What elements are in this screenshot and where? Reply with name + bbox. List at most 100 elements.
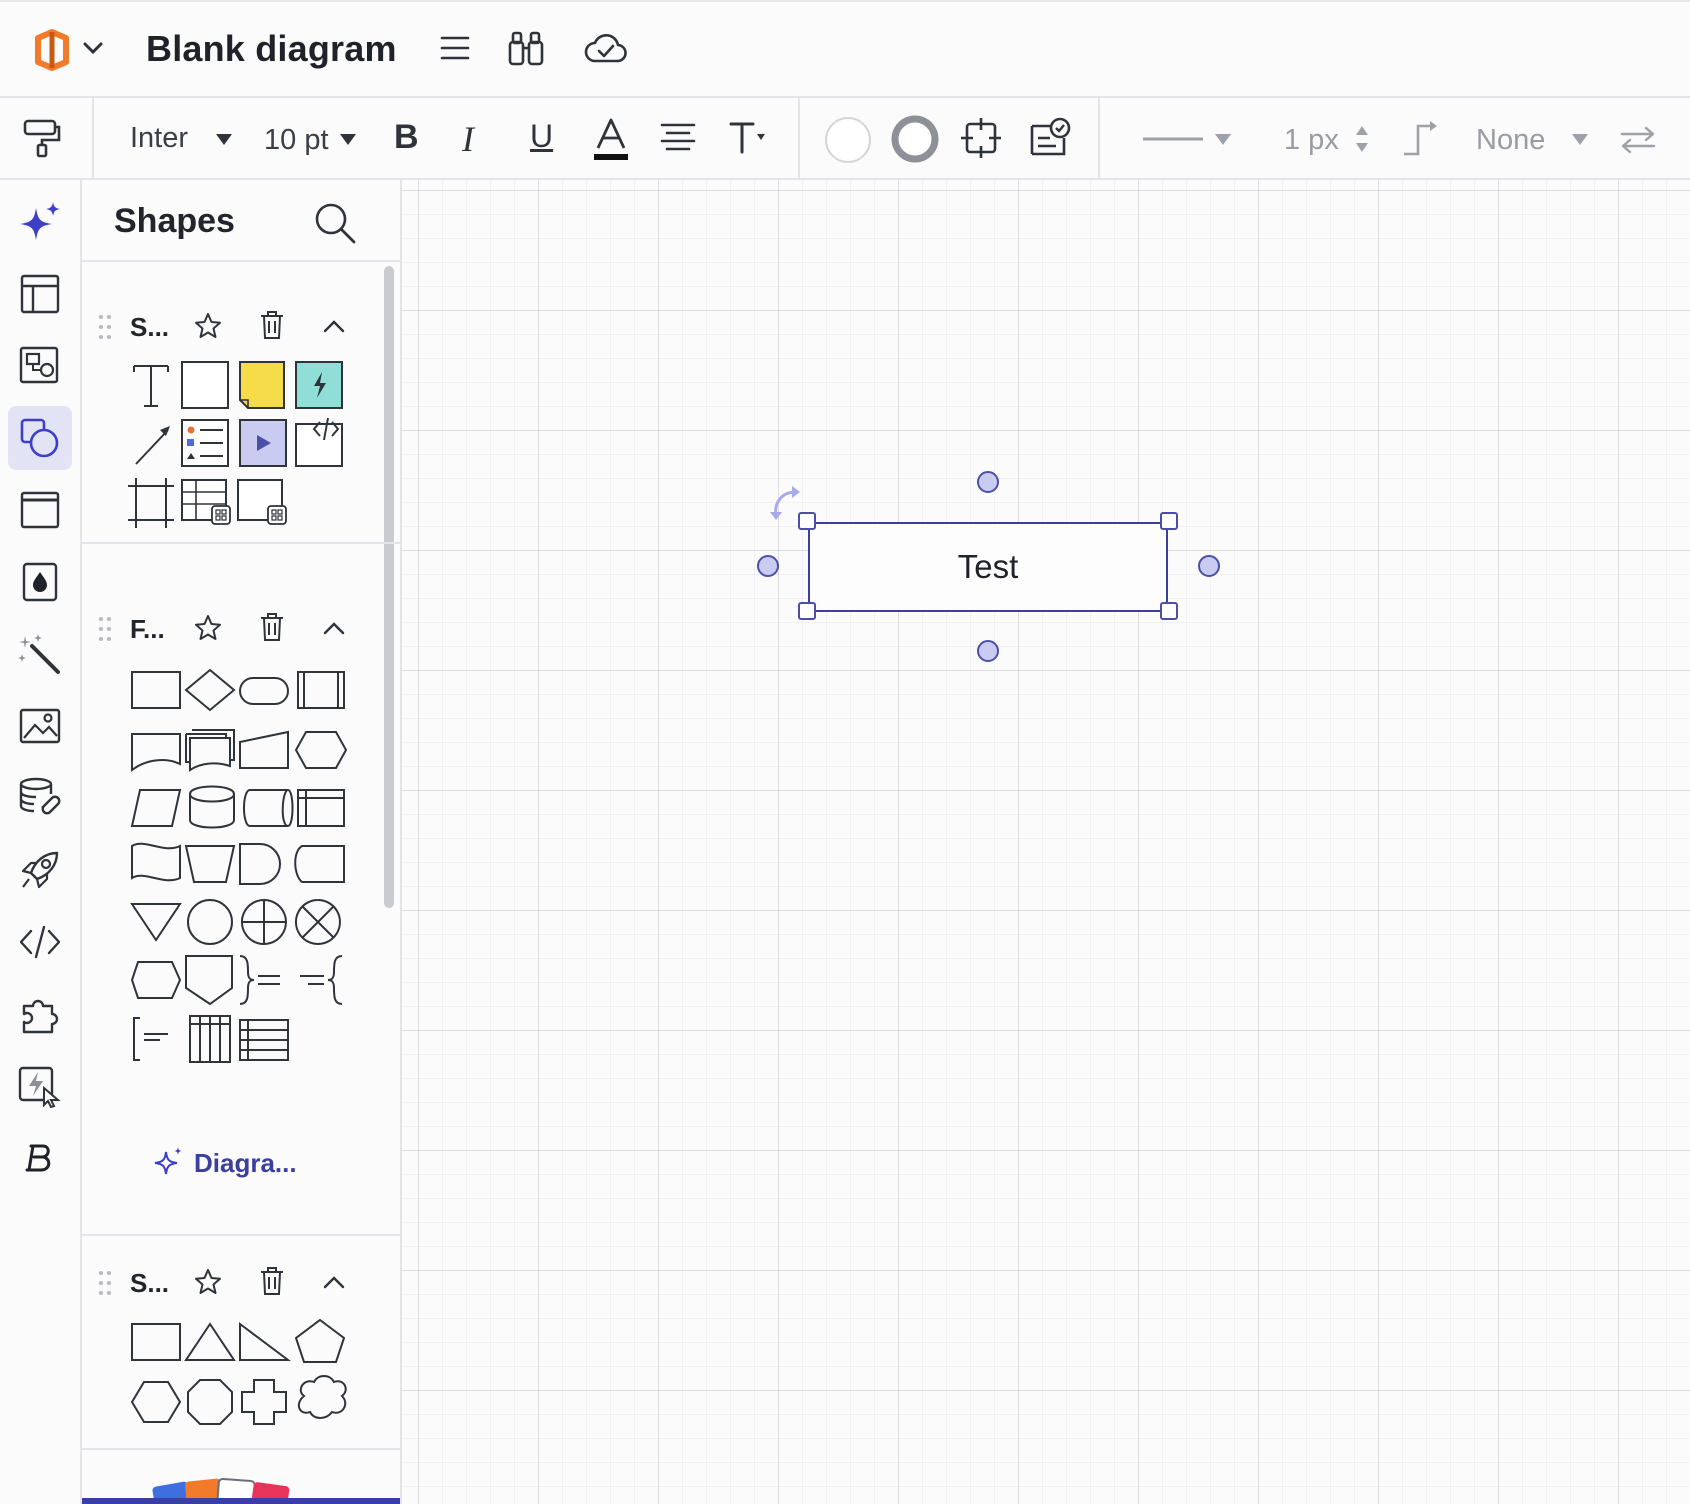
drag-handle-icon[interactable] [98, 1270, 112, 1296]
section-title[interactable]: S... [130, 312, 169, 343]
star-icon[interactable] [194, 614, 222, 642]
text-color-icon[interactable] [592, 116, 630, 164]
resize-handle-nw[interactable] [798, 512, 816, 530]
trash-icon[interactable] [260, 1266, 284, 1296]
endpoint-caret-icon[interactable] [1572, 134, 1588, 145]
position-icon[interactable] [960, 116, 1002, 160]
off-page-link-shape[interactable] [130, 961, 182, 999]
page-layout-icon[interactable] [8, 262, 72, 326]
code-icon[interactable] [8, 910, 72, 974]
triangle-shape[interactable] [184, 1322, 236, 1361]
line-width-stepper-icon[interactable] [1354, 124, 1370, 154]
search-icon[interactable] [314, 202, 356, 244]
text-align-icon[interactable] [660, 122, 696, 154]
line-width-value[interactable]: 1 px [1284, 124, 1339, 157]
resize-handle-se[interactable] [1160, 602, 1178, 620]
panel-scrollbar[interactable] [384, 266, 394, 908]
pentagon-shape[interactable] [294, 1318, 346, 1363]
notes-review-icon[interactable] [1028, 116, 1072, 160]
terminator-shape[interactable] [239, 677, 289, 705]
trash-icon[interactable] [260, 310, 284, 340]
star-icon[interactable] [194, 1268, 222, 1296]
collapse-chevron-icon[interactable] [322, 1274, 346, 1290]
section-title[interactable]: F... [130, 614, 165, 645]
display-shape[interactable] [294, 845, 345, 883]
resize-handle-ne[interactable] [1160, 512, 1178, 530]
basic-rectangle-shape[interactable] [131, 1323, 181, 1361]
diagram-canvas[interactable]: Test [402, 180, 1690, 1504]
off-page-connector-shape[interactable] [185, 955, 233, 1006]
manual-operation-shape[interactable] [184, 845, 236, 883]
text-shape[interactable] [133, 365, 169, 407]
line-style-icon[interactable] [1142, 136, 1204, 142]
star-icon[interactable] [194, 312, 222, 340]
table-shape[interactable] [181, 479, 231, 525]
bold-icon[interactable]: B [394, 118, 419, 157]
connector-shape[interactable] [187, 899, 233, 945]
multi-document-shape[interactable] [185, 729, 235, 772]
database-shape[interactable] [189, 785, 235, 829]
collapse-chevron-icon[interactable] [322, 620, 346, 636]
ai-sparkle-icon[interactable] [8, 190, 72, 254]
templates-icon[interactable] [8, 334, 72, 398]
connection-point-left[interactable] [757, 555, 779, 577]
font-size-select[interactable]: 10 pt [264, 124, 329, 157]
app-logo-icon[interactable] [30, 28, 74, 72]
connection-point-top[interactable] [977, 471, 999, 493]
format-painter-icon[interactable] [22, 118, 62, 158]
drag-handle-icon[interactable] [98, 616, 112, 642]
data-link-icon[interactable] [8, 766, 72, 830]
line-color-icon[interactable] [890, 114, 940, 164]
swap-direction-icon[interactable] [1618, 124, 1658, 156]
line-shape-icon[interactable] [1400, 118, 1442, 158]
brand-icon[interactable] [8, 1126, 72, 1190]
cloud-saved-icon[interactable] [584, 32, 628, 66]
annotation-shape[interactable] [133, 1017, 168, 1061]
braces-right-note-shape[interactable] [300, 955, 343, 1005]
delay-shape[interactable] [239, 843, 281, 885]
manual-input-shape[interactable] [239, 730, 289, 769]
underline-icon[interactable]: U [530, 118, 553, 155]
diagram-sparkle-icon[interactable] [154, 1146, 184, 1176]
process-shape[interactable] [131, 671, 181, 709]
more-shapes-promo-icon[interactable] [152, 1470, 332, 1500]
hexagon-shape[interactable] [130, 1381, 182, 1423]
endpoint-select[interactable]: None [1476, 124, 1545, 157]
octagon-shape[interactable] [187, 1379, 233, 1425]
stored-data-shape[interactable] [243, 789, 294, 827]
font-family-select[interactable]: Inter [130, 122, 188, 155]
integrations-puzzle-icon[interactable] [8, 982, 72, 1046]
document-shape[interactable] [131, 733, 181, 772]
resize-handle-sw[interactable] [798, 602, 816, 620]
connection-point-right[interactable] [1198, 555, 1220, 577]
connection-point-bottom[interactable] [977, 640, 999, 662]
menu-icon[interactable] [440, 34, 470, 62]
drag-handle-icon[interactable] [98, 314, 112, 340]
frame-shape[interactable] [128, 478, 174, 528]
horizontal-swimlane-shape[interactable] [239, 1019, 289, 1061]
data-shape[interactable] [130, 789, 182, 827]
or-shape[interactable] [240, 899, 287, 945]
shape-text[interactable]: Test [958, 548, 1019, 586]
vertical-swimlane-shape[interactable] [189, 1015, 231, 1063]
merge-shape[interactable] [130, 903, 182, 942]
list-shape[interactable] [181, 419, 229, 467]
braces-left-note-shape[interactable] [239, 955, 280, 1005]
internal-storage-shape[interactable] [297, 789, 345, 827]
predefined-process-shape[interactable] [297, 671, 345, 709]
section-title[interactable]: S... [130, 1268, 169, 1299]
arrow-line-shape[interactable] [135, 426, 170, 465]
action-block-shape[interactable] [295, 361, 343, 409]
binoculars-icon[interactable] [506, 30, 546, 68]
rocket-icon[interactable] [8, 838, 72, 902]
selected-shape[interactable]: Test [808, 522, 1168, 612]
diagram-link[interactable]: Diagra... [194, 1148, 297, 1179]
cloud-shape[interactable] [297, 1375, 347, 1419]
magic-wand-icon[interactable] [8, 622, 72, 686]
automation-icon[interactable] [8, 1054, 72, 1118]
document-title[interactable]: Blank diagram [146, 28, 397, 70]
video-shape[interactable] [239, 419, 287, 467]
summing-junction-shape[interactable] [294, 899, 341, 945]
paper-tape-shape[interactable] [131, 842, 181, 882]
right-triangle-shape[interactable] [239, 1322, 291, 1361]
